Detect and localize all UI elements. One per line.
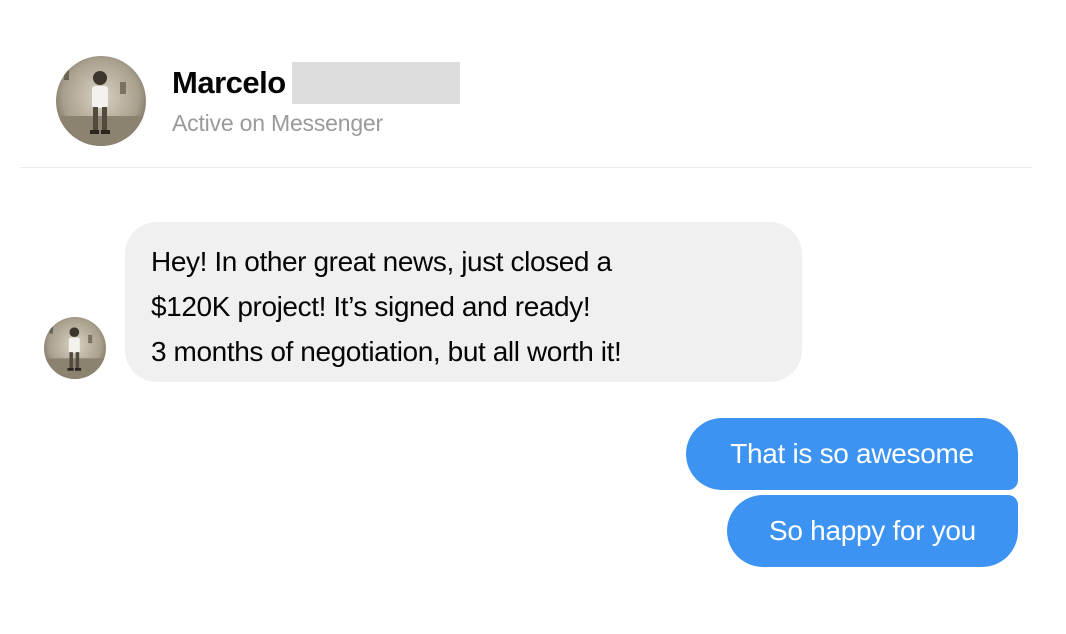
conversation-header: Marcelo Active on Messenger (0, 0, 1066, 168)
redacted-surname (291, 62, 460, 104)
message-line: 3 months of negotiation, but all worth i… (151, 336, 622, 367)
message-line: Hey! In other great news, just closed a (151, 246, 612, 277)
incoming-message-bubble[interactable]: Hey! In other great news, just closed a … (125, 222, 802, 382)
contact-name-row: Marcelo (172, 62, 460, 104)
active-status: Active on Messenger (172, 110, 383, 136)
person-photo-icon (44, 317, 106, 379)
message-thread: Hey! In other great news, just closed a … (0, 168, 1066, 634)
person-photo-icon (56, 56, 146, 146)
contact-avatar[interactable] (56, 56, 146, 146)
sender-avatar[interactable] (44, 317, 106, 379)
contact-name[interactable]: Marcelo (172, 65, 286, 101)
outgoing-message-bubble[interactable]: That is so awesome (686, 418, 1018, 490)
message-line: $120K project! It’s signed and ready! (151, 291, 591, 322)
outgoing-message-bubble[interactable]: So happy for you (727, 495, 1018, 567)
